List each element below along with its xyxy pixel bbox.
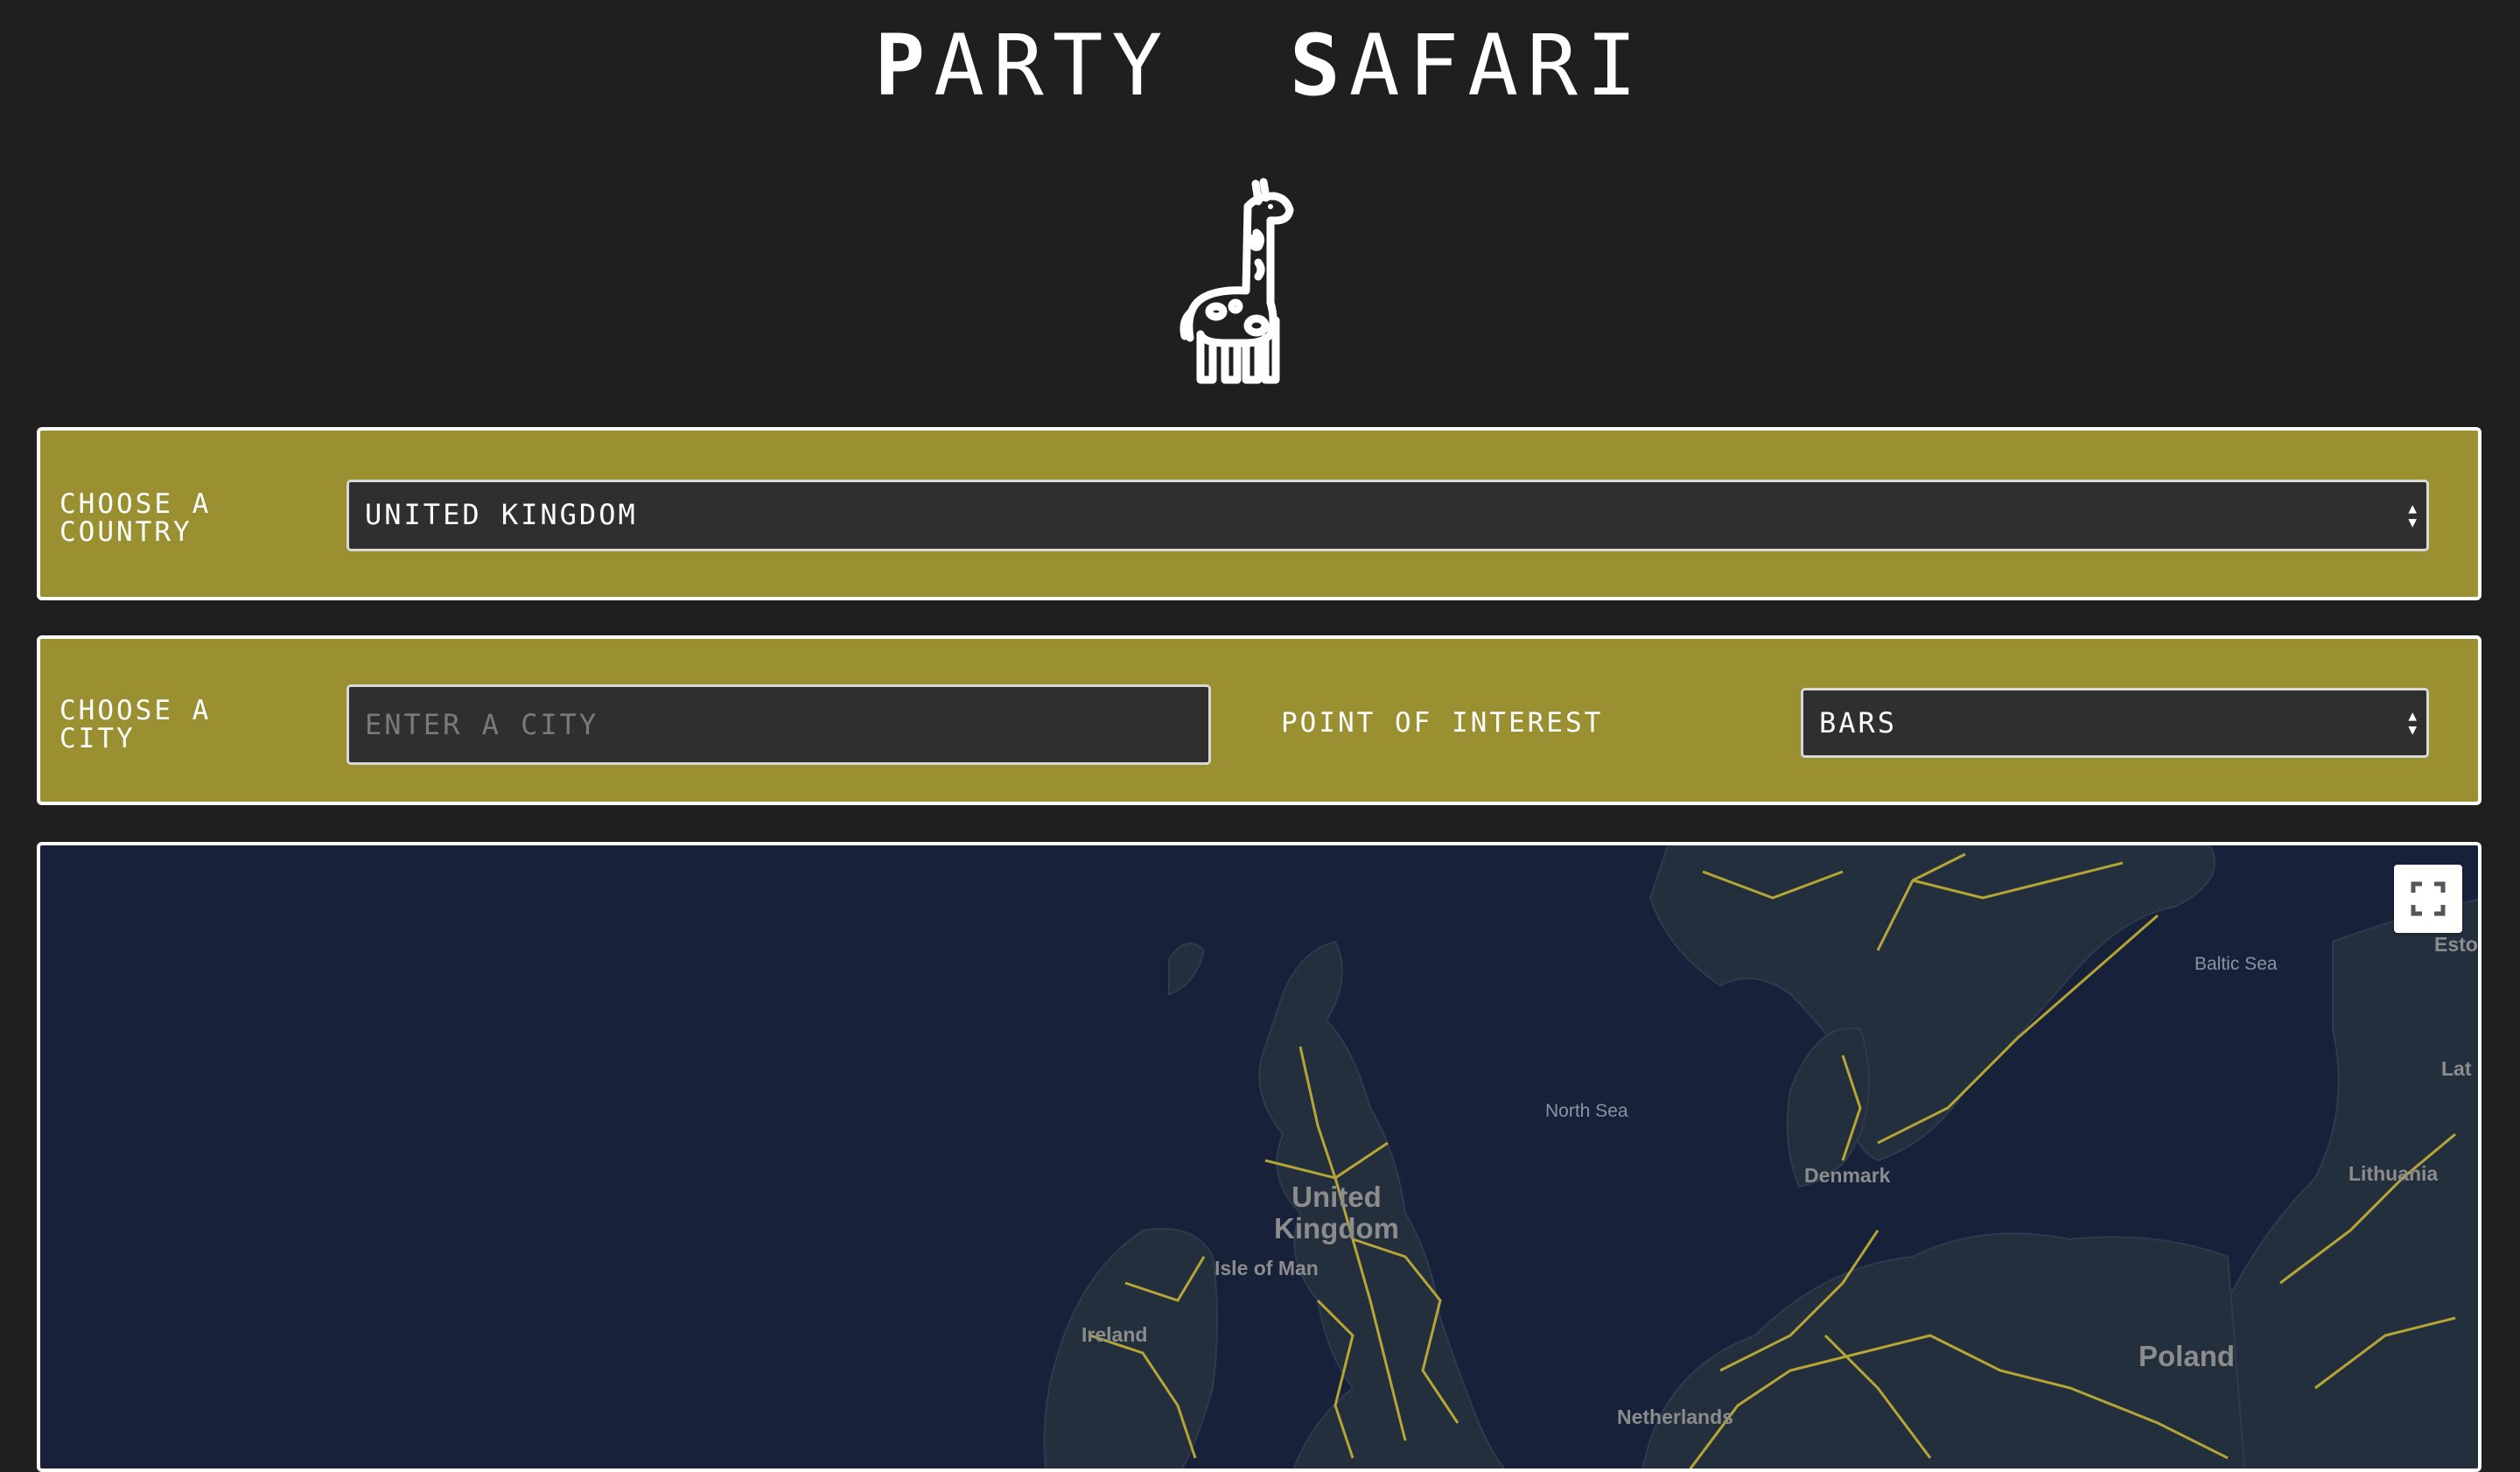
country-select-value: United Kingdom [365,498,638,531]
map-label-lithuania: Lithuania [2348,1162,2439,1185]
select-arrows-icon: ▲ ▼ [2408,500,2419,530]
poi-select-value: Bars [1819,706,1898,740]
title-initial-s: S [1289,17,1349,115]
map-label-lat: Lat [2441,1057,2472,1080]
map-label-netherlands: Netherlands [1617,1405,1733,1428]
city-input[interactable]: Enter a City [346,684,1211,765]
choose-city-label-line1: Choose a [60,695,212,726]
choose-city-label: Choose a City [60,697,211,753]
city-input-placeholder: Enter a City [365,708,599,741]
choose-country-label: Choose a Country [60,490,211,546]
title-word-afari: AFARI [1348,17,1646,115]
choose-country-label-line1: Choose a [60,488,212,520]
choose-city-label-line2: City [60,723,136,754]
map-label-isle-of-man: Isle of Man [1214,1257,1319,1279]
page-title: PARTY SAFARI [0,18,2520,114]
poi-label: Point of Interest [1281,707,1604,739]
city-panel: Choose a City Enter a City Point of Inte… [37,635,2482,805]
map-label-north-sea: North Sea [1545,1101,1628,1121]
map[interactable]: North Sea Baltic Sea United Kingdom Isle… [37,842,2482,1472]
title-word-arty: ARTY [934,17,1172,115]
country-select[interactable]: United Kingdom ▲ ▼ [346,480,2429,551]
country-panel: Choose a Country United Kingdom ▲ ▼ [37,427,2482,600]
fullscreen-icon [2411,881,2446,916]
choose-country-label-line2: Country [60,516,192,548]
giraffe-icon [1172,172,1348,396]
poi-select[interactable]: Bars ▲ ▼ [1801,688,2429,758]
map-label-denmark: Denmark [1804,1164,1891,1187]
select-arrows-icon: ▲ ▼ [2408,707,2419,738]
map-label-united: United [1292,1181,1382,1213]
map-label-baltic-sea: Baltic Sea [2194,954,2278,974]
map-canvas [1043,845,2478,1468]
map-label-united-kingdom: United Kingdom [1274,1181,1399,1244]
map-label-ireland: Ireland [1082,1323,1148,1346]
map-label-poland: Poland [2138,1340,2236,1372]
map-label-kingdom: Kingdom [1274,1212,1399,1244]
title-initial-p: P [874,17,934,115]
map-label-esto: Esto [2434,933,2478,956]
fullscreen-button[interactable] [2394,865,2462,933]
